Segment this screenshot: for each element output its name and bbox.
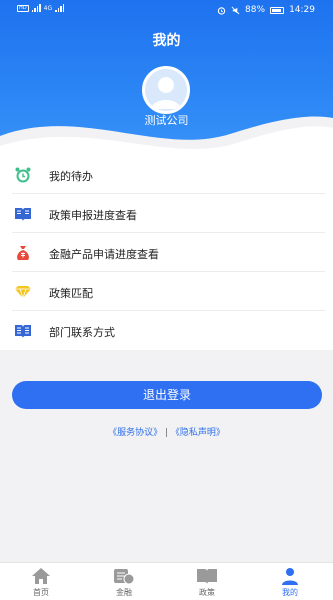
tab-finance[interactable]: 金融 bbox=[94, 567, 154, 598]
money-bag-icon bbox=[17, 246, 29, 260]
privacy-statement-link[interactable]: 《隐私声明》 bbox=[171, 428, 225, 438]
diamond-icon bbox=[15, 286, 31, 300]
menu-item-policy-progress[interactable]: 政策申报进度查看 bbox=[0, 194, 333, 233]
tab-label-finance: 金融 bbox=[116, 588, 132, 597]
agreement-links: 《服务协议》 | 《隐私声明》 bbox=[0, 425, 333, 438]
links-separator: | bbox=[162, 428, 171, 438]
menu-item-todo[interactable]: 我的待办 bbox=[0, 155, 333, 194]
alarm-status-icon bbox=[217, 6, 226, 15]
policy-book-icon bbox=[197, 569, 217, 584]
open-book-icon bbox=[15, 208, 31, 221]
menu-list: 我的待办 政策申报进度查看 金融产品申请进度查看 政策匹配 部门联系方式 bbox=[0, 155, 333, 350]
avatar[interactable] bbox=[142, 66, 190, 114]
service-agreement-link[interactable]: 《服务协议》 bbox=[108, 428, 162, 438]
bottom-tab-bar: 首页 金融 政策 我的 bbox=[0, 562, 333, 600]
tab-label-policy: 政策 bbox=[199, 588, 215, 597]
home-icon bbox=[32, 568, 50, 584]
menu-item-policy-match[interactable]: 政策匹配 bbox=[0, 272, 333, 311]
network-type: 4G bbox=[43, 4, 53, 12]
logout-button[interactable]: 退出登录 bbox=[12, 381, 322, 409]
tab-label-home: 首页 bbox=[33, 588, 49, 597]
menu-label-policy-progress: 政策申报进度查看 bbox=[49, 209, 137, 222]
tab-home[interactable]: 首页 bbox=[11, 567, 71, 598]
finance-icon bbox=[114, 569, 135, 585]
company-name: 测试公司 bbox=[144, 114, 189, 127]
page-title: 我的 bbox=[152, 33, 181, 49]
status-bar: HD 4G 88% 14:29 bbox=[0, 0, 333, 22]
battery-level: 88% bbox=[245, 5, 266, 15]
book-icon bbox=[15, 325, 31, 338]
mute-icon bbox=[231, 6, 240, 14]
signal-icon bbox=[31, 4, 41, 12]
clock: 14:29 bbox=[289, 5, 315, 15]
menu-label-todo: 我的待办 bbox=[49, 170, 93, 183]
tab-policy[interactable]: 政策 bbox=[177, 567, 237, 598]
user-silhouette-icon bbox=[151, 77, 181, 109]
battery-icon bbox=[270, 6, 285, 14]
signal-icon-2 bbox=[55, 4, 65, 12]
alarm-clock-icon bbox=[15, 167, 31, 183]
menu-item-department-contacts[interactable]: 部门联系方式 bbox=[0, 311, 333, 350]
profile-icon bbox=[282, 568, 298, 585]
tab-label-mine: 我的 bbox=[282, 588, 298, 597]
hd-icon: HD bbox=[17, 4, 29, 12]
menu-item-finance-progress[interactable]: 金融产品申请进度查看 bbox=[0, 233, 333, 272]
menu-label-department-contacts: 部门联系方式 bbox=[49, 326, 115, 339]
menu-label-finance-progress: 金融产品申请进度查看 bbox=[49, 248, 159, 261]
menu-label-policy-match: 政策匹配 bbox=[49, 287, 93, 300]
tab-mine[interactable]: 我的 bbox=[260, 567, 320, 598]
